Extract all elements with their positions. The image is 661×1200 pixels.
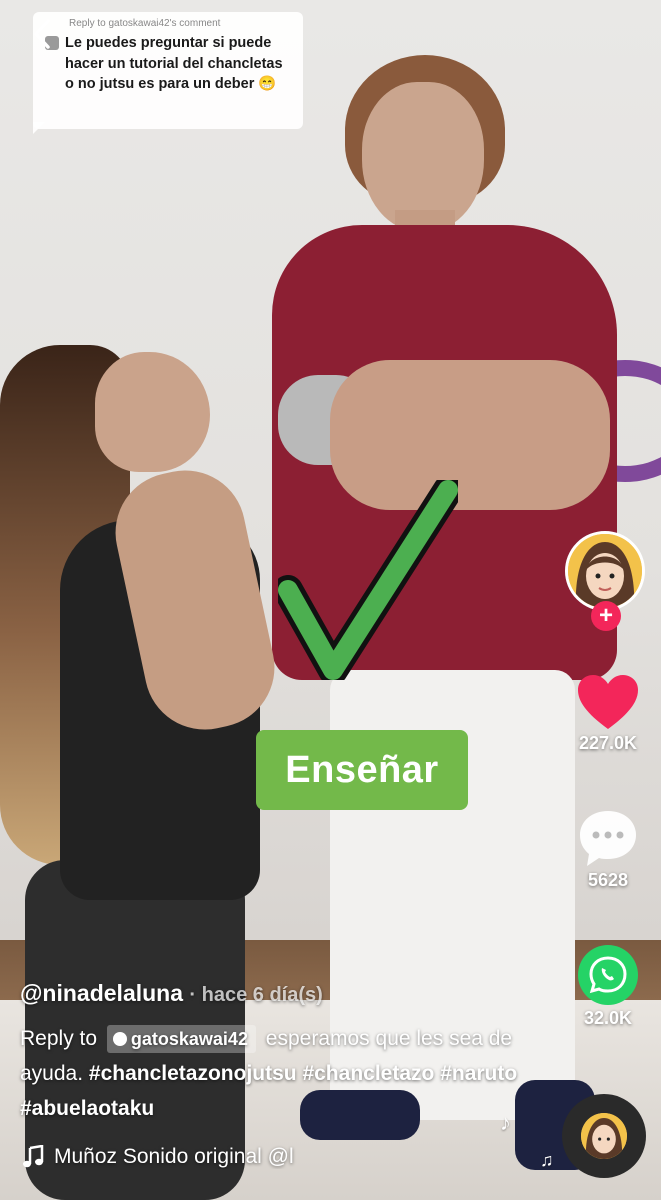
comment-chip-icon <box>112 1032 127 1047</box>
chevron-left-icon <box>34 19 50 49</box>
sound-title: Muñoz Sonido original @l <box>54 1145 294 1168</box>
video-description: Reply to gatoskawai42 esperamos que les … <box>20 1021 540 1126</box>
comment-count: 5628 <box>587 870 629 890</box>
reply-username: gatoskawai42 <box>130 1029 248 1050</box>
post-time: · hace 6 día(s) <box>189 984 323 1006</box>
back-button[interactable] <box>27 16 57 52</box>
checkmark-icon <box>278 480 458 680</box>
sound-disc-avatar <box>581 1113 627 1159</box>
share-count: 32.0K <box>583 1008 633 1028</box>
comment-reply-label: Reply to gatoskawai42's comment <box>69 18 221 29</box>
share-button[interactable]: 32.0K <box>566 944 650 1029</box>
hashtag[interactable]: #chancletazo <box>302 1062 434 1085</box>
hashtag[interactable]: #abuelaotaku <box>20 1097 154 1120</box>
follow-button[interactable]: + <box>591 601 621 631</box>
heart-icon <box>578 675 638 729</box>
avatar-illustration <box>568 534 642 608</box>
floating-note-icon: ♪ <box>500 1110 511 1135</box>
like-count: 227.0K <box>578 733 638 753</box>
girl-face <box>95 352 210 472</box>
comment-button[interactable]: 5628 <box>566 808 650 891</box>
avatar-illustration <box>581 1113 627 1159</box>
video-caption: @ninadelaluna · hace 6 día(s) Reply to g… <box>20 980 540 1126</box>
reply-prefix: Reply to <box>20 1027 98 1050</box>
reply-comment-sticker[interactable]: Reply to gatoskawai42's comment Le puede… <box>33 12 303 129</box>
comment-text: Le puedes preguntar si puede hacer un tu… <box>65 35 283 92</box>
reply-user-chip[interactable]: gatoskawai42 <box>106 1025 256 1054</box>
text-sticker: Enseñar <box>256 730 468 810</box>
sound-link[interactable]: Muñoz Sonido original @l <box>22 1145 384 1169</box>
hashtag[interactable]: #chancletazonojutsu <box>89 1062 297 1085</box>
music-note-icon <box>23 1145 44 1168</box>
hashtag[interactable]: #naruto <box>440 1062 517 1085</box>
author-username[interactable]: @ninadelaluna <box>20 980 183 1006</box>
like-button[interactable]: 227.0K <box>566 673 650 754</box>
creator-avatar[interactable] <box>565 531 645 611</box>
floating-note-icon: ♫ <box>540 1150 554 1170</box>
sound-disc[interactable] <box>562 1094 646 1178</box>
comment-bubble-icon <box>580 811 636 866</box>
whatsapp-icon <box>578 945 638 1005</box>
plus-icon: + <box>598 602 613 629</box>
